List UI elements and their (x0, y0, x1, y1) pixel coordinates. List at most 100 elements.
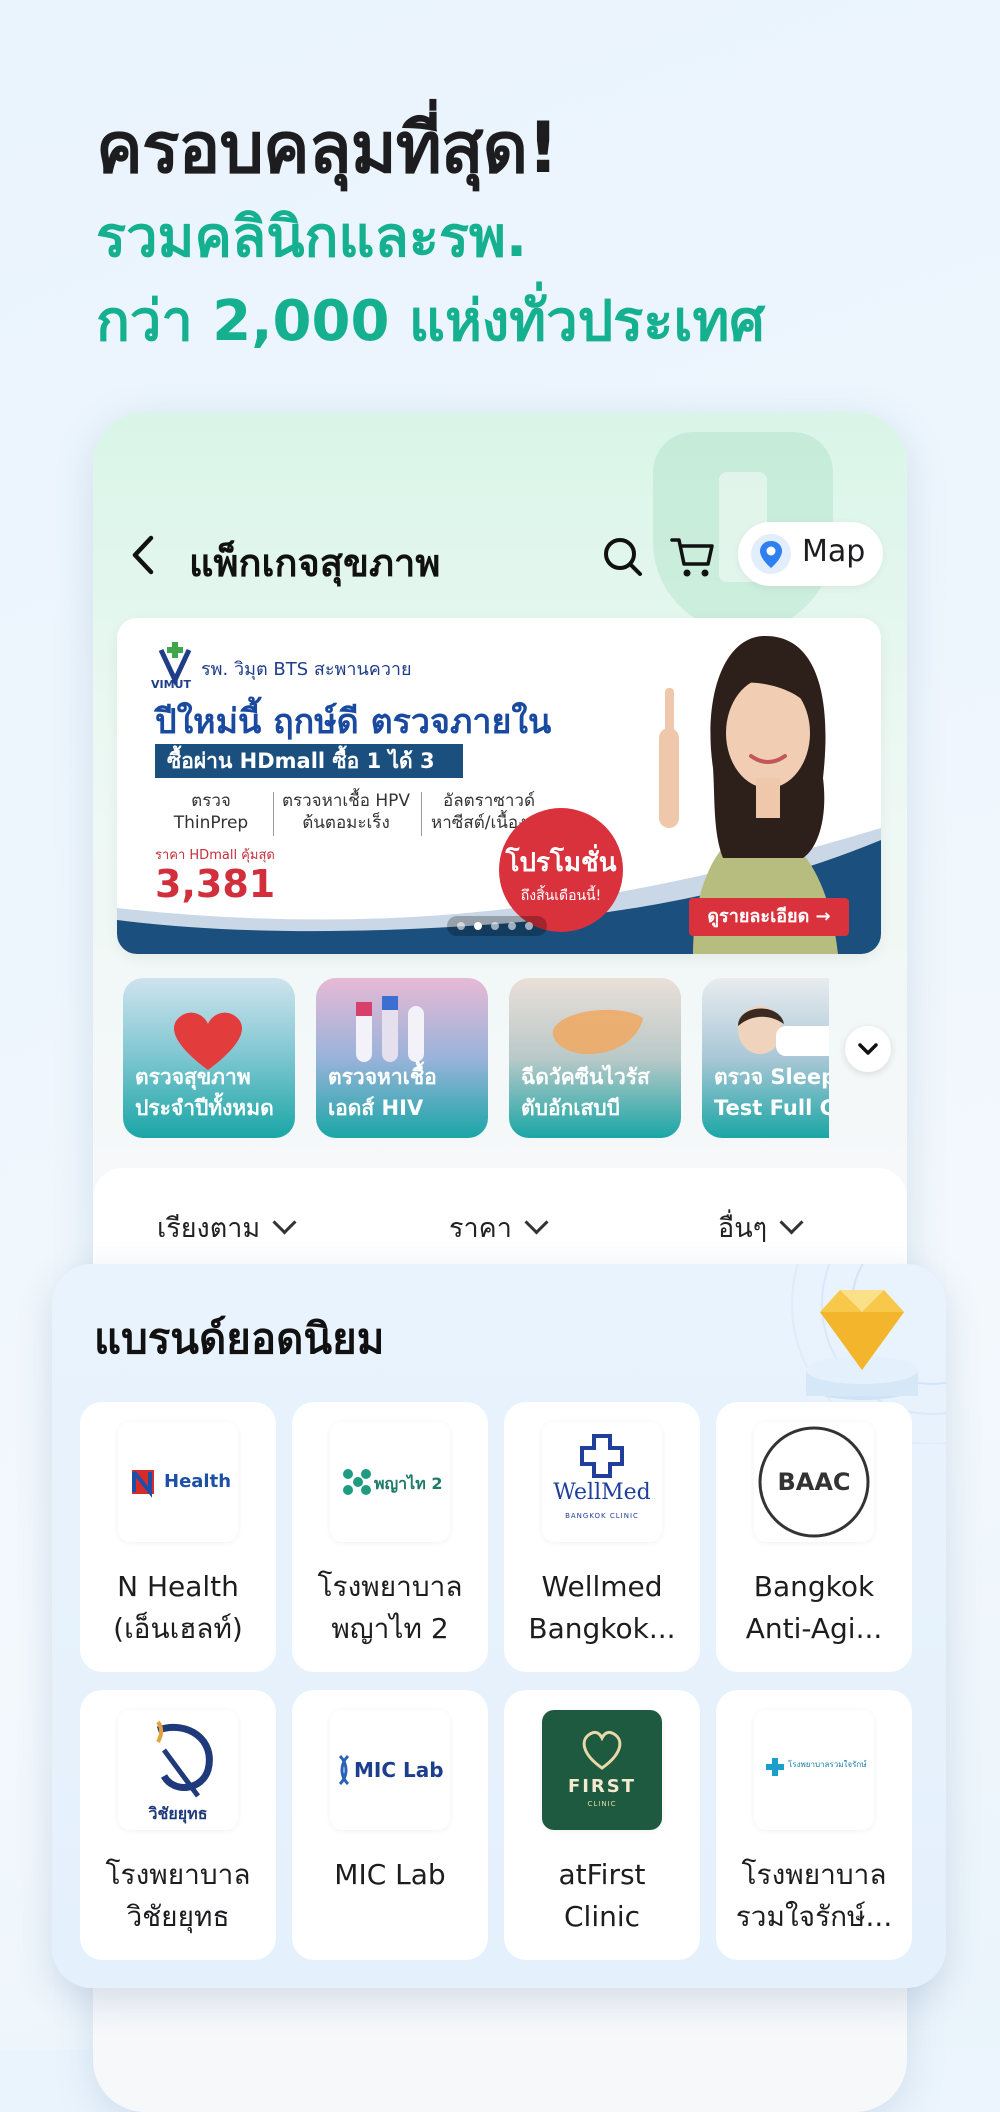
hero-subtitle-line1: รวมคลินิกและรพ. (96, 205, 528, 270)
chevron-down-icon (779, 1210, 804, 1235)
brand-logo: พญาไท 2 (330, 1422, 450, 1542)
sleep-icon (738, 1006, 829, 1056)
category-label: ตรวจสุขภาพ ประจำปีทั้งหมด (135, 1062, 274, 1124)
details-button[interactable]: ดูรายละเอียด → (689, 898, 849, 936)
price-filter-label: ราคา (449, 1213, 512, 1244)
brand-logo: BAAC (754, 1422, 874, 1542)
map-button[interactable]: Map (738, 522, 883, 586)
banner-service-line: ThinPrep (173, 813, 249, 833)
brand-card-baac[interactable]: BAAC Bangkok Anti-Agi... (716, 1402, 912, 1672)
carousel-dot[interactable] (491, 922, 499, 930)
price-filter[interactable]: ราคา (449, 1206, 549, 1249)
diamond-icon (806, 1290, 918, 1400)
brand-logo: WellMed BANGKOK CLINIC (542, 1422, 662, 1542)
chevron-down-icon (524, 1210, 549, 1235)
brand-logo-subtext: BANGKOK CLINIC (565, 1512, 639, 1520)
banner-branch: รพ. วิมุต BTS สะพานควาย (201, 659, 412, 680)
test-tube-icon (356, 996, 424, 1062)
brand-name-line: Bangkok (753, 1570, 875, 1603)
banner-service-line: ตรวจ (191, 791, 231, 811)
brand-logo-text: โรงพยาบาลรวมใจรักษ์ (788, 1760, 867, 1769)
brand-name-line: วิชัยยุทธ (126, 1900, 230, 1933)
vimut-logo-text: VIMUT (151, 678, 191, 691)
promo-badge-title: โปรโมชั่น (505, 848, 617, 878)
brand-logo-text: BAAC (777, 1468, 851, 1496)
brand-name-line: รวมใจรักษ์... (735, 1900, 893, 1933)
brand-logo: โรงพยาบาลรวมใจรักษ์ (754, 1710, 874, 1830)
page-title: แพ็กเกจสุขภาพ (189, 541, 441, 585)
price-value: 3,381 (155, 862, 276, 906)
brand-name-line: (เอ็นเฮลท์) (113, 1612, 243, 1645)
banner-service-line: อัลตราซาวด์ (442, 791, 535, 811)
carousel-indicator (447, 916, 547, 936)
brand-name: โรงพยาบาล พญาไท 2 (292, 1566, 488, 1650)
brand-name: โรงพยาบาล รวมใจรักษ์... (716, 1854, 912, 1938)
banner-service-line: ตรวจหาเชื้อ HPV (281, 791, 411, 811)
brand-name-line: Wellmed (541, 1570, 663, 1603)
brand-logo-text: Health (164, 1471, 232, 1492)
carousel-dot[interactable] (457, 922, 465, 930)
brand-logo-subtext: CLINIC (587, 1800, 617, 1808)
category-label-line: Test Full C (714, 1096, 829, 1120)
category-label-line: ประจำปีทั้งหมด (135, 1096, 274, 1120)
category-label-line: ตรวจ Sleep (714, 1065, 829, 1089)
carousel-dot[interactable] (525, 922, 533, 930)
category-tile[interactable]: ตรวจสุขภาพ ประจำปีทั้งหมด (123, 978, 295, 1138)
brand-logo: MIC Lab (330, 1710, 450, 1830)
back-arrow-icon[interactable] (123, 530, 163, 580)
brand-name-line: Anti-Agi... (745, 1612, 883, 1645)
banner-service: ตรวจ ThinPrep (155, 790, 267, 834)
map-pin-icon (751, 534, 791, 574)
brand-name: Bangkok Anti-Agi... (716, 1566, 912, 1650)
brand-card-mic-lab[interactable]: MIC Lab MIC Lab (292, 1690, 488, 1960)
category-label: ตรวจ Sleep Test Full C (714, 1062, 829, 1124)
brand-card-phyathai-2[interactable]: พญาไท 2 โรงพยาบาล พญาไท 2 (292, 1402, 488, 1672)
brand-card-n-health[interactable]: Health N Health (เอ็นเฮลท์) (80, 1402, 276, 1672)
brand-name: MIC Lab (292, 1854, 488, 1896)
brand-name-line: MIC Lab (334, 1858, 446, 1891)
chevron-down-icon (858, 1043, 878, 1055)
brand-logo-text: พญาไท 2 (374, 1474, 443, 1493)
brand-name-line: N Health (117, 1570, 239, 1603)
divider (421, 792, 422, 836)
banner-headline: ปีใหม่นี้ ฤกษ์ดี ตรวจภายใน (155, 702, 552, 742)
carousel-dot-active[interactable] (474, 922, 482, 930)
brand-card-vichaiyut[interactable]: วิชัยยุทธ โรงพยาบาล วิชัยยุทธ (80, 1690, 276, 1960)
brand-card-atfirst[interactable]: FIRST CLINIC atFirst Clinic (504, 1690, 700, 1960)
sort-filter[interactable]: เรียงตาม (157, 1206, 297, 1249)
brand-name-line: พญาไท 2 (331, 1612, 449, 1645)
category-label-line: ฉีดวัคซีนไวรัส (521, 1065, 650, 1089)
brand-name-line: Bangkok... (528, 1612, 676, 1645)
brand-card-ruamjairak[interactable]: โรงพยาบาลรวมใจรักษ์ โรงพยาบาล รวมใจรักษ์… (716, 1690, 912, 1960)
brand-logo-text: WellMed (553, 1480, 651, 1505)
sort-filter-label: เรียงตาม (157, 1213, 261, 1244)
map-label: Map (802, 534, 866, 569)
promo-banner[interactable]: VIMUT รพ. วิมุต BTS สะพานควาย ปีใหม่นี้ … (117, 618, 881, 954)
brand-logo: วิชัยยุทธ (118, 1710, 238, 1830)
app-bar: แพ็กเกจสุขภาพ Map (93, 522, 907, 592)
brand-card-wellmed[interactable]: WellMed BANGKOK CLINIC Wellmed Bangkok..… (504, 1402, 700, 1672)
other-filter[interactable]: อื่นๆ (718, 1206, 804, 1249)
divider (273, 792, 274, 836)
category-tile[interactable]: ฉีดวัคซีนไวรัส ตับอักเสบบี (509, 978, 681, 1138)
category-tile[interactable]: ตรวจหาเชื้อ เอดส์ HIV (316, 978, 488, 1138)
carousel-dot[interactable] (508, 922, 516, 930)
brand-logo-text: FIRST (567, 1776, 637, 1797)
popular-brands-panel: แบรนด์ยอดนิยม Health N Health (เอ็นเฮลท์… (52, 1264, 946, 1988)
category-label: ตรวจหาเชื้อ เอดส์ HIV (328, 1062, 437, 1124)
category-label: ฉีดวัคซีนไวรัส ตับอักเสบบี (521, 1062, 650, 1124)
liver-icon (552, 1009, 643, 1055)
chevron-down-icon (272, 1210, 297, 1235)
brand-name-line: โรงพยาบาล (741, 1858, 887, 1891)
brand-name: Wellmed Bangkok... (504, 1566, 700, 1650)
category-label-line: ตรวจสุขภาพ (135, 1065, 251, 1089)
search-icon[interactable] (598, 532, 648, 582)
medical-cross-icon (766, 1758, 784, 1776)
brand-logo: Health (118, 1422, 238, 1542)
category-tile[interactable]: ตรวจ Sleep Test Full C (702, 978, 829, 1138)
expand-categories-button[interactable] (845, 1026, 891, 1072)
brand-name: N Health (เอ็นเฮลท์) (80, 1566, 276, 1650)
vimut-logo-icon (158, 642, 192, 686)
cart-icon[interactable] (668, 532, 718, 582)
promo-badge: โปรโมชั่น ถึงสิ้นเดือนนี้! (499, 808, 623, 932)
